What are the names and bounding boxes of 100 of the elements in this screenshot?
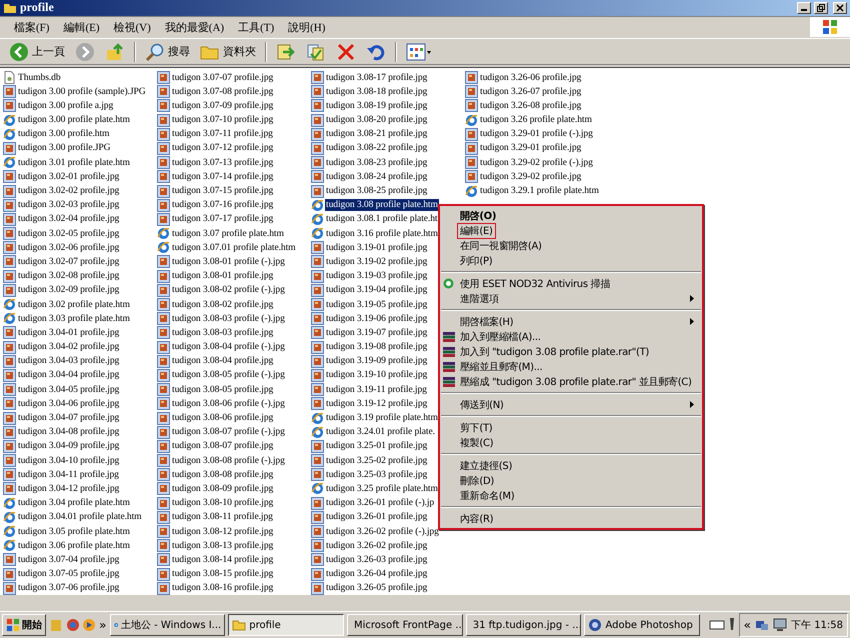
file-name[interactable]: tudigon 3.16 profile plate.htm bbox=[325, 228, 439, 240]
file-name[interactable]: tudigon 3.08-16 profile.jpg bbox=[171, 582, 274, 594]
menu-item[interactable]: 剪下(T) bbox=[457, 420, 496, 436]
menu-item[interactable]: 在同一視窗開啓(A) bbox=[457, 238, 545, 254]
file-name[interactable]: tudigon 3.19-11 profile.jpg bbox=[325, 384, 428, 396]
file-name[interactable]: tudigon 3.07-04 profile.jpg bbox=[17, 554, 120, 566]
file-name[interactable]: tudigon 3.08.1 profile plate.ht bbox=[325, 213, 438, 226]
menu-item[interactable]: 我的最愛(A) bbox=[158, 18, 230, 36]
file-name[interactable]: tudigon 3.06 profile plate.htm bbox=[17, 540, 131, 552]
file-name[interactable]: tudigon 3.26 profile plate.htm bbox=[479, 114, 593, 126]
file-name[interactable]: tudigon 3.29.1 profile plate.htm bbox=[479, 185, 600, 198]
file-name[interactable]: tudigon 3.26-04 profile.jpg bbox=[325, 568, 428, 580]
file-name[interactable]: tudigon 3.08-04 profile.jpg bbox=[171, 355, 274, 368]
menu-item[interactable]: 加入到 "tudigon 3.08 profile plate.rar"(T) bbox=[457, 344, 652, 360]
file-name[interactable]: tudigon 3.02-04 profile.jpg bbox=[17, 213, 120, 226]
close-button[interactable] bbox=[833, 2, 847, 14]
file-name[interactable]: tudigon 3.26-08 profile.jpg bbox=[479, 100, 582, 112]
file-name[interactable]: tudigon 3.07-09 profile.jpg bbox=[171, 100, 274, 112]
file-name[interactable]: tudigon 3.08-01 profile (-).jpg bbox=[171, 256, 286, 268]
file-name[interactable]: tudigon 3.04 profile plate.htm bbox=[17, 497, 131, 510]
file-name[interactable]: tudigon 3.08-13 profile.jpg bbox=[171, 540, 274, 552]
file-name[interactable]: tudigon 3.08-19 profile.jpg bbox=[325, 100, 428, 112]
file-name[interactable]: tudigon 3.29-02 profile.jpg bbox=[479, 170, 582, 183]
file-name[interactable]: tudigon 3.00 profile plate.htm bbox=[17, 114, 131, 126]
menu-item[interactable]: 建立捷徑(S) bbox=[457, 458, 516, 474]
file-name[interactable]: tudigon 3.19-12 profile.jpg bbox=[325, 398, 428, 410]
file-name[interactable]: tudigon 3.19-03 profile.jpg bbox=[325, 270, 428, 282]
file-name[interactable]: tudigon 3.04-03 profile.jpg bbox=[17, 355, 120, 368]
menu-item[interactable]: 編輯(E) bbox=[57, 18, 106, 36]
file-name[interactable]: tudigon 3.02-08 profile.jpg bbox=[17, 270, 120, 282]
file-name[interactable]: tudigon 3.08-04 profile (-).jpg bbox=[171, 341, 286, 354]
file-name[interactable]: tudigon 3.26-03 profile.jpg bbox=[325, 554, 428, 566]
back-button[interactable]: 上一頁 bbox=[6, 40, 68, 63]
file-name[interactable]: tudigon 3.00 profile.htm bbox=[17, 128, 110, 140]
file-name[interactable]: tudigon 3.26-02 profile.jpg bbox=[325, 540, 428, 552]
file-name[interactable]: tudigon 3.08-12 profile.jpg bbox=[171, 526, 274, 538]
file-name[interactable]: tudigon 3.19-05 profile.jpg bbox=[325, 298, 428, 311]
file-name[interactable]: tudigon 3.07-10 profile.jpg bbox=[171, 114, 274, 126]
restore-button[interactable] bbox=[814, 2, 828, 14]
file-name[interactable]: tudigon 3.08-01 profile.jpg bbox=[171, 270, 274, 282]
file-name[interactable]: tudigon 3.08-18 profile.jpg bbox=[325, 86, 428, 98]
taskbar-button[interactable]: profile bbox=[228, 614, 344, 636]
file-name[interactable]: tudigon 3.04-09 profile.jpg bbox=[17, 440, 120, 452]
file-name[interactable]: tudigon 3.08-11 profile.jpg bbox=[171, 511, 274, 524]
file-name[interactable]: tudigon 3.07.01 profile plate.htm bbox=[171, 242, 297, 254]
file-name[interactable]: tudigon 3.04-06 profile.jpg bbox=[17, 398, 120, 410]
file-name[interactable]: tudigon 3.02-09 profile.jpg bbox=[17, 284, 120, 296]
file-name[interactable]: tudigon 3.25 profile plate.htm bbox=[325, 482, 439, 495]
file-name[interactable]: tudigon 3.29-01 profile.jpg bbox=[479, 142, 582, 154]
file-name[interactable]: tudigon 3.02-03 profile.jpg bbox=[17, 199, 120, 212]
file-name[interactable]: tudigon 3.26-01 profile (-).jp bbox=[325, 497, 436, 510]
file-name[interactable]: tudigon 3.04-10 profile.jpg bbox=[17, 454, 120, 467]
quick-launch-icon[interactable] bbox=[82, 618, 96, 632]
keyboard-icon[interactable] bbox=[709, 619, 725, 632]
menu-item[interactable]: 刪除(D) bbox=[457, 472, 498, 489]
file-name[interactable]: tudigon 3.08-25 profile.jpg bbox=[325, 185, 428, 198]
file-name[interactable]: tudigon 3.03 profile plate.htm bbox=[17, 312, 131, 325]
file-name[interactable]: tudigon 3.19-10 profile.jpg bbox=[325, 369, 428, 382]
tray-toggle[interactable]: « bbox=[744, 618, 752, 632]
file-name[interactable]: tudigon 3.07-12 profile.jpg bbox=[171, 142, 274, 154]
menu-item[interactable]: 進階選項 bbox=[457, 290, 502, 307]
file-name[interactable]: tudigon 3.07-11 profile.jpg bbox=[171, 128, 274, 140]
file-name[interactable]: tudigon 3.08-06 profile.jpg bbox=[171, 412, 274, 424]
file-name[interactable]: tudigon 3.00 profile.JPG bbox=[17, 142, 112, 154]
file-name[interactable]: tudigon 3.08-24 profile.jpg bbox=[325, 170, 428, 183]
file-name[interactable]: tudigon 3.07 profile plate.htm bbox=[171, 228, 285, 240]
monitor-icon[interactable] bbox=[773, 618, 788, 632]
file-name[interactable]: tudigon 3.04-11 profile.jpg bbox=[17, 468, 120, 481]
file-name[interactable]: tudigon 3.07-08 profile.jpg bbox=[171, 86, 274, 98]
menu-item[interactable]: 開啓檔案(H) bbox=[457, 314, 516, 330]
file-name[interactable]: tudigon 3.07-05 profile.jpg bbox=[17, 568, 120, 580]
file-name[interactable]: tudigon 3.19-08 profile.jpg bbox=[325, 341, 428, 354]
file-name[interactable]: tudigon 3.04-08 profile.jpg bbox=[17, 426, 120, 438]
taskbar-button[interactable]: 土地公 - Windows I... bbox=[110, 614, 226, 636]
menu-item[interactable]: 加入到壓縮檔(A)... bbox=[457, 328, 544, 345]
file-name[interactable]: tudigon 3.19-09 profile.jpg bbox=[325, 355, 428, 368]
file-name[interactable]: tudigon 3.04-12 profile.jpg bbox=[17, 482, 120, 495]
menu-item[interactable]: 使用 ESET NOD32 Antivirus 掃描 bbox=[457, 276, 614, 292]
file-name[interactable]: tudigon 3.04-02 profile.jpg bbox=[17, 341, 120, 354]
more-chevron[interactable]: » bbox=[99, 618, 106, 632]
taskbar-button[interactable]: Adobe Photoshop bbox=[584, 614, 700, 636]
file-name[interactable]: tudigon 3.26-06 profile.jpg bbox=[479, 72, 582, 84]
file-name[interactable]: tudigon 3.07-14 profile.jpg bbox=[171, 170, 274, 183]
file-name[interactable]: tudigon 3.19-07 profile.jpg bbox=[325, 326, 428, 339]
file-name[interactable]: tudigon 3.19 profile plate.htm bbox=[325, 412, 439, 424]
menu-item[interactable]: 說明(H) bbox=[282, 18, 332, 36]
menu-item[interactable]: 開啓(O) bbox=[457, 208, 500, 224]
file-name[interactable]: tudigon 3.29-01 profile (-).jpg bbox=[479, 128, 594, 140]
file-name[interactable]: tudigon 3.04-05 profile.jpg bbox=[17, 384, 120, 396]
file-name[interactable]: tudigon 3.08-07 profile.jpg bbox=[171, 440, 274, 452]
file-name[interactable]: tudigon 3.26-05 profile.jpg bbox=[325, 582, 428, 594]
file-name[interactable]: tudigon 3.08-21 profile.jpg bbox=[325, 128, 428, 140]
file-name[interactable]: tudigon 3.08-15 profile.jpg bbox=[171, 568, 274, 580]
file-name[interactable]: tudigon 3.08-07 profile (-).jpg bbox=[171, 426, 286, 438]
file-name[interactable]: tudigon 3.04-04 profile.jpg bbox=[17, 369, 120, 382]
file-name[interactable]: tudigon 3.08-08 profile.jpg bbox=[171, 468, 274, 481]
menu-item[interactable]: 工具(T) bbox=[232, 18, 280, 36]
file-name[interactable]: tudigon 3.07-16 profile.jpg bbox=[171, 199, 274, 212]
file-name[interactable]: tudigon 3.04-01 profile.jpg bbox=[17, 326, 120, 339]
file-name[interactable]: tudigon 3.08-17 profile.jpg bbox=[325, 72, 428, 84]
